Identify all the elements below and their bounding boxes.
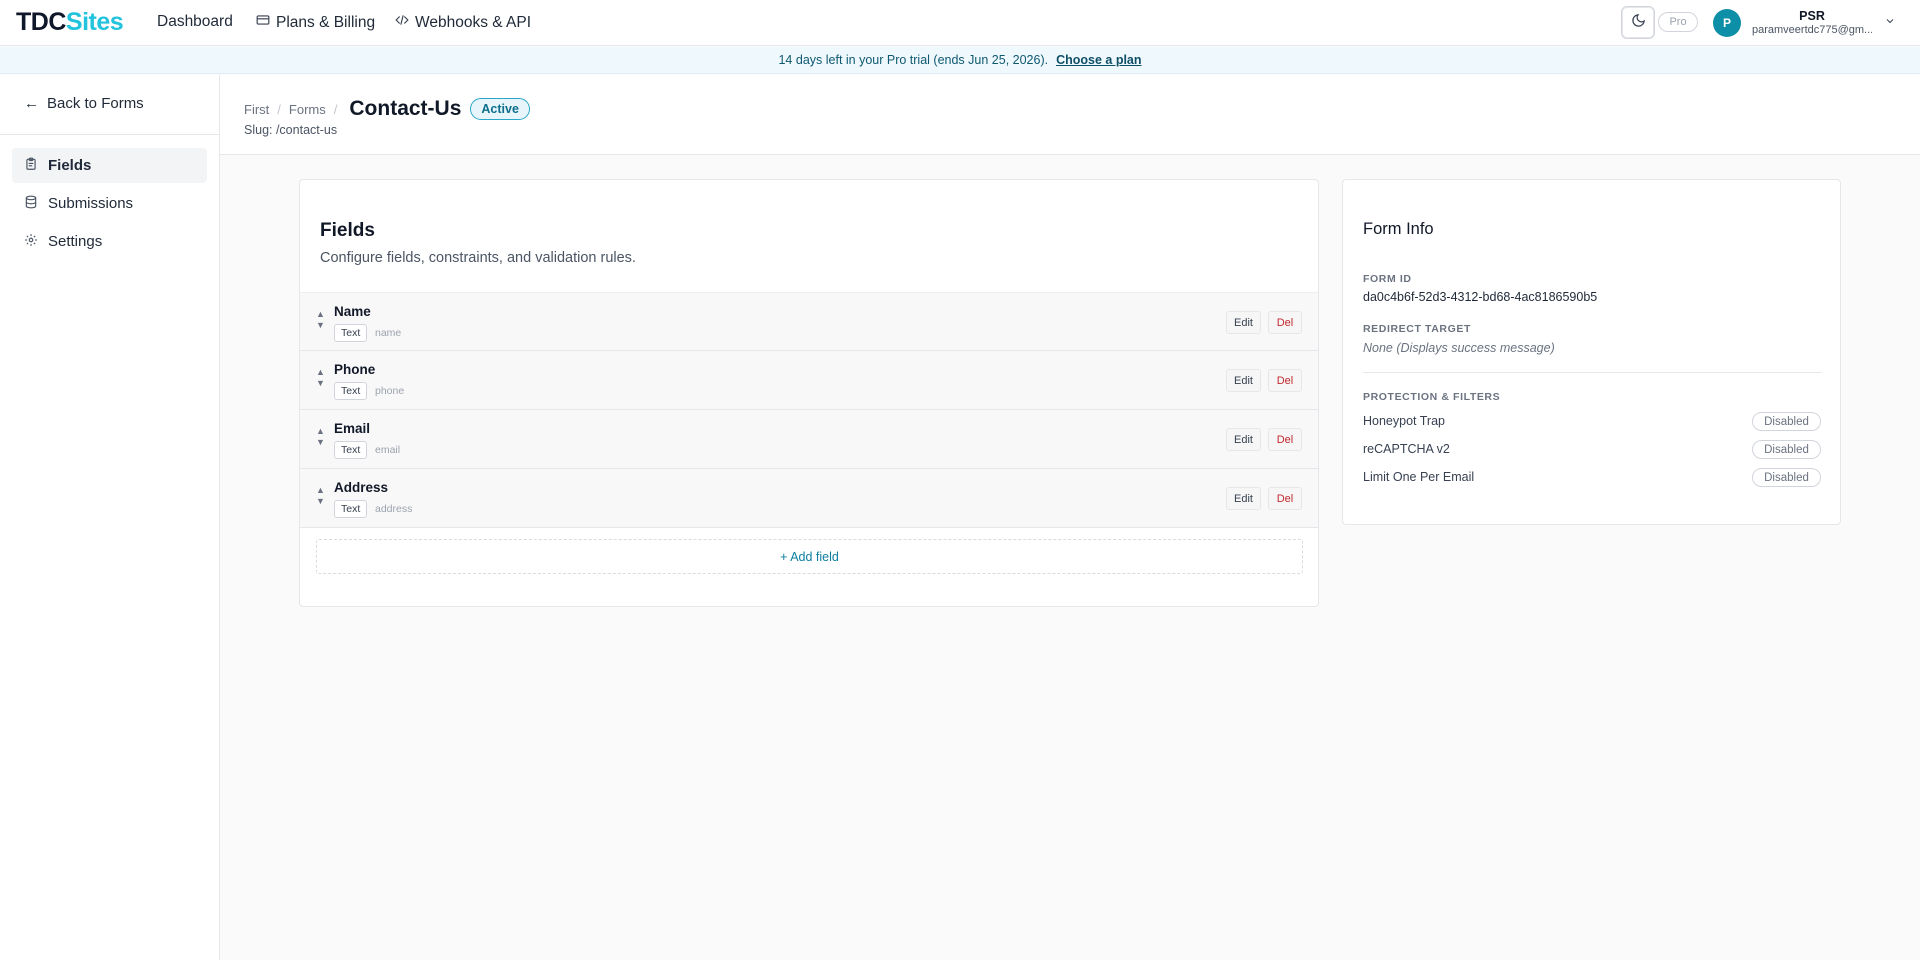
avatar: P [1713, 9, 1741, 37]
field-row: ▲ ▼ Email Text email Edit Del [300, 410, 1318, 469]
add-field-button[interactable]: + Add field [316, 539, 1303, 574]
trial-banner-text: 14 days left in your Pro trial (ends Jun… [778, 53, 1049, 67]
field-label: Address [334, 480, 389, 495]
field-type-badge: Text [334, 324, 368, 342]
form-info-card: Form Info FORM ID da0c4b6f-52d3-4312-bd6… [1342, 179, 1841, 525]
fields-card: Fields Configure fields, constraints, an… [299, 179, 1319, 607]
form-info-title: Form Info [1363, 220, 1434, 238]
form-slug: Slug: /contact-us [244, 123, 338, 137]
limit-one-status-badge: Disabled [1752, 468, 1821, 487]
sidebar-item-fields[interactable]: Fields [12, 148, 207, 183]
nav-dashboard[interactable]: Dashboard [157, 13, 233, 31]
choose-plan-link[interactable]: Choose a plan [1056, 53, 1141, 67]
recaptcha-status-badge: Disabled [1752, 440, 1821, 459]
field-label: Email [334, 421, 371, 436]
plan-badge: Pro [1658, 12, 1698, 32]
field-type-badge: Text [334, 441, 368, 459]
status-badge: Active [470, 98, 530, 120]
sort-arrows-icon[interactable]: ▲ ▼ [316, 367, 325, 389]
field-row: ▲ ▼ Address Text address Edit Del [300, 469, 1318, 528]
sidebar-item-submissions[interactable]: Submissions [12, 186, 207, 221]
edit-field-button[interactable]: Edit [1226, 369, 1261, 392]
field-key: phone [375, 385, 405, 397]
honeypot-status-badge: Disabled [1752, 412, 1821, 431]
edit-field-button[interactable]: Edit [1226, 428, 1261, 451]
nav-webhooks-api[interactable]: Webhooks & API [395, 13, 531, 32]
sidebar-item-settings[interactable]: Settings [12, 224, 207, 259]
database-icon [24, 195, 38, 213]
form-id-label: FORM ID [1363, 273, 1412, 285]
back-to-forms-link[interactable]: ← Back to Forms [24, 95, 144, 112]
brand-logo[interactable]: TDCSites [16, 8, 124, 37]
field-label: Name [334, 304, 371, 319]
honeypot-trap-label: Honeypot Trap [1363, 414, 1445, 428]
delete-field-button[interactable]: Del [1268, 487, 1302, 510]
account-menu[interactable]: P PSR paramveertdc775@gm... [1701, 4, 1901, 42]
nav-plans-billing[interactable]: Plans & Billing [256, 13, 375, 32]
breadcrumb-forms[interactable]: Forms [289, 102, 326, 117]
top-nav: TDCSites Dashboard Plans & Billing Webho… [0, 0, 1920, 46]
field-type-badge: Text [334, 382, 368, 400]
clipboard-icon [24, 157, 38, 175]
fields-card-subtitle: Configure fields, constraints, and valid… [320, 250, 636, 266]
breadcrumb-first[interactable]: First [244, 102, 269, 117]
breadcrumb: First / Forms / Contact-Us Active [244, 97, 530, 121]
sort-arrows-icon[interactable]: ▲ ▼ [316, 485, 325, 507]
delete-field-button[interactable]: Del [1268, 428, 1302, 451]
code-icon [395, 13, 409, 32]
info-divider [1363, 372, 1822, 373]
sidebar-divider [0, 134, 219, 135]
delete-field-button[interactable]: Del [1268, 369, 1302, 392]
field-key: address [375, 503, 413, 515]
form-id-value: da0c4b6f-52d3-4312-bd68-4ac8186590b5 [1363, 290, 1598, 304]
sort-arrows-icon[interactable]: ▲ ▼ [316, 426, 325, 448]
redirect-target-value: None (Displays success message) [1363, 341, 1555, 355]
fields-card-title: Fields [320, 220, 375, 241]
sort-arrows-icon[interactable]: ▲ ▼ [316, 309, 325, 331]
field-key: email [375, 444, 401, 456]
field-type-badge: Text [334, 500, 368, 518]
protection-filters-label: PROTECTION & FILTERS [1363, 391, 1501, 403]
theme-toggle-button[interactable] [1621, 6, 1655, 39]
page-header: First / Forms / Contact-Us Active Slug: … [220, 75, 1920, 155]
field-row: ▲ ▼ Name Text name Edit Del [300, 292, 1318, 351]
field-key: name [375, 327, 402, 339]
edit-field-button[interactable]: Edit [1226, 311, 1261, 334]
trial-banner: 14 days left in your Pro trial (ends Jun… [0, 47, 1920, 74]
field-row: ▲ ▼ Phone Text phone Edit Del [300, 351, 1318, 410]
account-email: paramveertdc775@gm... [1752, 24, 1872, 36]
moon-icon [1631, 13, 1646, 33]
page-title: Contact-Us [349, 97, 462, 120]
delete-field-button[interactable]: Del [1268, 311, 1302, 334]
field-label: Phone [334, 362, 376, 377]
redirect-target-label: REDIRECT TARGET [1363, 323, 1471, 335]
arrow-left-icon: ← [24, 95, 39, 112]
chevron-down-icon [1884, 14, 1896, 32]
credit-card-icon [256, 13, 270, 32]
limit-one-per-email-label: Limit One Per Email [1363, 470, 1475, 484]
account-name: PSR [1799, 9, 1825, 23]
gear-icon [24, 233, 38, 251]
edit-field-button[interactable]: Edit [1226, 487, 1261, 510]
recaptcha-label: reCAPTCHA v2 [1363, 442, 1450, 456]
sidebar: ← Back to Forms Fields Submissions Setti… [0, 75, 220, 960]
